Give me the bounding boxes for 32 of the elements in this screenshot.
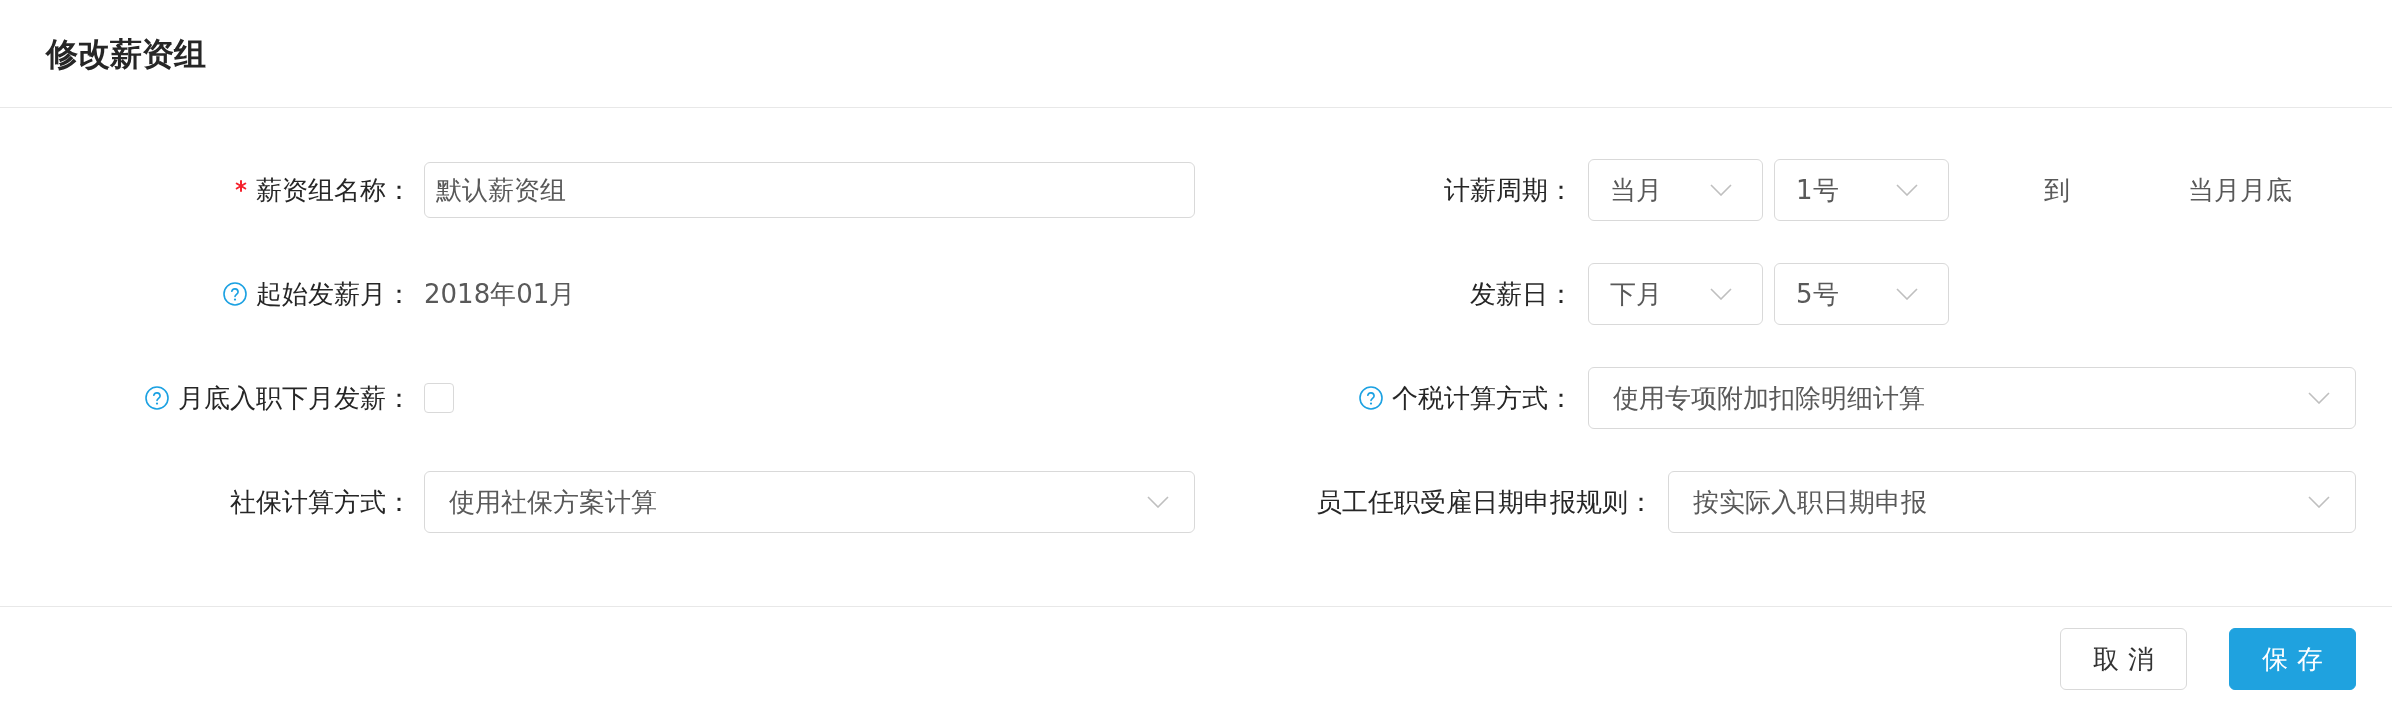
chevron-down-icon — [1710, 288, 1732, 300]
select-dropdown[interactable]: 1号 — [1774, 159, 1949, 221]
select-dropdown[interactable]: 使用社保方案计算 — [424, 471, 1195, 533]
chevron-down-icon — [1147, 496, 1169, 508]
select-dropdown[interactable]: 使用专项附加扣除明细计算 — [1588, 367, 2356, 429]
period-end-text: 当月月底 — [2188, 173, 2292, 207]
field-label: 发薪日： — [1470, 278, 1574, 311]
field-label: 社保计算方式： — [230, 486, 412, 519]
field-label: 员工任职受雇日期申报规则： — [1316, 486, 1654, 519]
field-label: 起始发薪月： — [256, 278, 412, 311]
cancel-button[interactable]: 取 消 — [2060, 628, 2187, 690]
field-label: 薪资组名称： — [256, 174, 412, 207]
checkbox[interactable] — [424, 383, 454, 413]
select-dropdown[interactable]: 下月 — [1588, 263, 1763, 325]
select-dropdown[interactable]: 当月 — [1588, 159, 1763, 221]
help-icon[interactable] — [1359, 386, 1383, 410]
range-to-text: 到 — [2043, 173, 2071, 207]
chevron-down-icon — [1896, 288, 1918, 300]
field-label: 计薪周期： — [1444, 174, 1574, 207]
help-icon[interactable] — [223, 282, 247, 306]
select-dropdown[interactable]: 按实际入职日期申报 — [1668, 471, 2356, 533]
chevron-down-icon — [1710, 184, 1732, 196]
select-dropdown[interactable]: 5号 — [1774, 263, 1949, 325]
chevron-down-icon — [2308, 392, 2330, 404]
field-value: 2018年01月 — [424, 277, 576, 311]
chevron-down-icon — [1896, 184, 1918, 196]
chevron-down-icon — [2308, 496, 2330, 508]
field-label: 月底入职下月发薪： — [178, 382, 412, 415]
help-icon[interactable] — [145, 386, 169, 410]
text-input[interactable]: 默认薪资组 — [424, 162, 1195, 218]
field-label: 个税计算方式： — [1392, 382, 1574, 415]
dialog-title: 修改薪资组 — [46, 33, 206, 75]
